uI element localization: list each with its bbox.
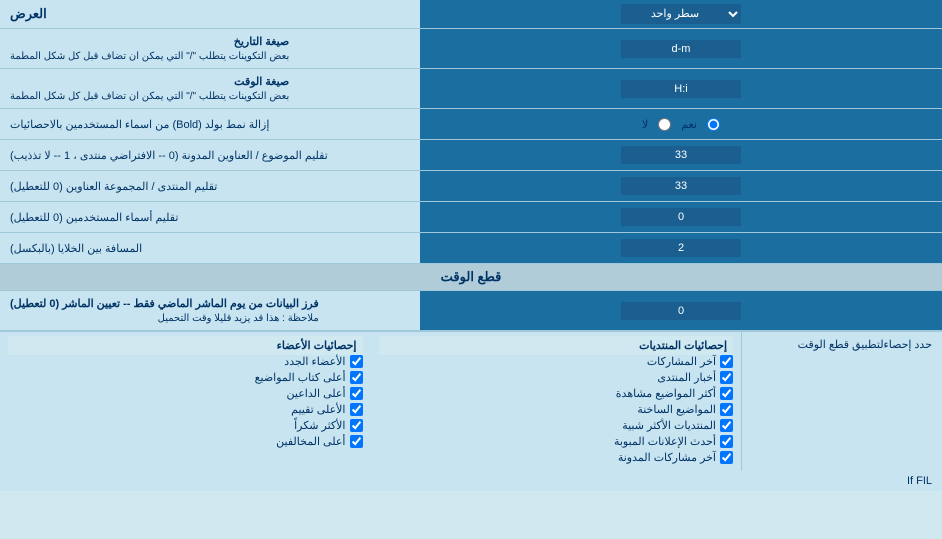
checkbox-classified-ads[interactable]	[720, 435, 733, 448]
bold-yes-radio[interactable]	[707, 118, 720, 131]
forum-group-row: تقليم المنتدى / المجموعة العناوين (0 للت…	[0, 171, 942, 202]
time-format-input[interactable]	[621, 80, 741, 98]
cell-gap-row: المسافة بين الخلايا (بالبكسل)	[0, 233, 942, 264]
satr-wahed-select[interactable]: سطر واحدسطرينثلاثة أسطر	[621, 4, 741, 24]
checkbox-member-1: الأعضاء الجدد	[8, 355, 363, 368]
topic-title-input[interactable]	[621, 146, 741, 164]
checkbox-top-writers[interactable]	[350, 371, 363, 384]
checkbox-member-5: الأكثر شكراً	[8, 419, 363, 432]
cutoff-input-container	[420, 291, 942, 330]
forum-group-input-container	[420, 171, 942, 201]
checkbox-most-similar[interactable]	[720, 419, 733, 432]
bold-radio-group: نعم لا	[642, 118, 720, 131]
forum-stats-header: إحصائيات المنتديات	[379, 336, 734, 355]
topic-title-row: تقليم الموضوع / العناوين المدونة (0 -- ا…	[0, 140, 942, 171]
cutoff-label: فرز البيانات من يوم الماشر الماضي فقط --…	[0, 291, 420, 330]
stats-note: حدد إحصاءلتطبيق قطع الوقت	[742, 332, 942, 471]
cell-gap-label: المسافة بين الخلايا (بالبكسل)	[0, 233, 420, 263]
checkbox-forum-7: آخر مشاركات المدونة	[379, 451, 734, 464]
checkbox-blog-posts[interactable]	[720, 451, 733, 464]
checkbox-member-3: أعلى الداعين	[8, 387, 363, 400]
checkbox-last-posts[interactable]	[720, 355, 733, 368]
checkbox-forum-1: آخر المشاركات	[379, 355, 734, 368]
checkbox-hot-topics[interactable]	[720, 403, 733, 416]
aroud-header: العرض	[0, 2, 420, 26]
date-format-input-container	[420, 29, 942, 68]
main-container: سطر واحدسطرينثلاثة أسطر العرض صيغة التار…	[0, 0, 942, 491]
time-format-input-container	[420, 69, 942, 108]
username-trim-row: تقليم أسماء المستخدمين (0 للتعطيل)	[0, 202, 942, 233]
checkbox-top-violators[interactable]	[350, 435, 363, 448]
checkbox-top-rated[interactable]	[350, 403, 363, 416]
top-header-row: سطر واحدسطرينثلاثة أسطر العرض	[0, 0, 942, 29]
bold-no-radio[interactable]	[658, 118, 671, 131]
checkbox-forum-4: المواضيع الساخنة	[379, 403, 734, 416]
username-trim-label: تقليم أسماء المستخدمين (0 للتعطيل)	[0, 202, 420, 232]
cutoff-input[interactable]	[621, 302, 741, 320]
username-trim-input-container	[420, 202, 942, 232]
username-trim-input[interactable]	[621, 208, 741, 226]
time-format-label: صيغة الوقت بعض التكوينات يتطلب "/" التي …	[0, 69, 420, 108]
if-fil-container: If FIL	[0, 471, 942, 491]
date-format-row: صيغة التاريخ بعض التكوينات يتطلب "/" الت…	[0, 29, 942, 69]
date-format-input[interactable]	[621, 40, 741, 58]
checkbox-forum-2: أخبار المنتدى	[379, 371, 734, 384]
cell-gap-input-container	[420, 233, 942, 263]
checkbox-forum-5: المنتديات الأكثر شبية	[379, 419, 734, 432]
forum-group-input[interactable]	[621, 177, 741, 195]
checkbox-member-2: أعلى كتاب المواضيع	[8, 371, 363, 384]
cell-gap-input[interactable]	[621, 239, 741, 257]
date-format-label: صيغة التاريخ بعض التكوينات يتطلب "/" الت…	[0, 29, 420, 68]
topic-title-input-container	[420, 140, 942, 170]
checkbox-most-viewed[interactable]	[720, 387, 733, 400]
checkbox-most-thanks[interactable]	[350, 419, 363, 432]
checkbox-new-members[interactable]	[350, 355, 363, 368]
satr-select-container: سطر واحدسطرينثلاثة أسطر	[420, 0, 942, 28]
checkbox-forum-news[interactable]	[720, 371, 733, 384]
cutoff-row: فرز البيانات من يوم الماشر الماضي فقط --…	[0, 291, 942, 331]
checkbox-member-6: أعلى المخالفين	[8, 435, 363, 448]
checkbox-member-4: الأعلى تقييم	[8, 403, 363, 416]
cutoff-section-header: قطع الوقت	[0, 264, 942, 291]
member-stats-col: إحصائيات الأعضاء الأعضاء الجدد أعلى كتاب…	[0, 332, 371, 471]
forum-group-label: تقليم المنتدى / المجموعة العناوين (0 للت…	[0, 171, 420, 201]
topic-title-label: تقليم الموضوع / العناوين المدونة (0 -- ا…	[0, 140, 420, 170]
checkboxes-section: حدد إحصاءلتطبيق قطع الوقت إحصائيات المنت…	[0, 331, 942, 471]
bold-remove-label: إزالة نمط بولد (Bold) من اسماء المستخدمي…	[0, 109, 420, 139]
bold-remove-row: نعم لا إزالة نمط بولد (Bold) من اسماء ال…	[0, 109, 942, 140]
member-stats-header: إحصائيات الأعضاء	[8, 336, 363, 355]
bold-remove-radio-container: نعم لا	[420, 109, 942, 139]
time-format-row: صيغة الوقت بعض التكوينات يتطلب "/" التي …	[0, 69, 942, 109]
forum-stats-col: إحصائيات المنتديات آخر المشاركات أخبار ا…	[371, 332, 743, 471]
checkbox-top-inviters[interactable]	[350, 387, 363, 400]
checkbox-forum-6: أحدث الإعلانات المبوبة	[379, 435, 734, 448]
checkbox-forum-3: أكثر المواضيع مشاهدة	[379, 387, 734, 400]
